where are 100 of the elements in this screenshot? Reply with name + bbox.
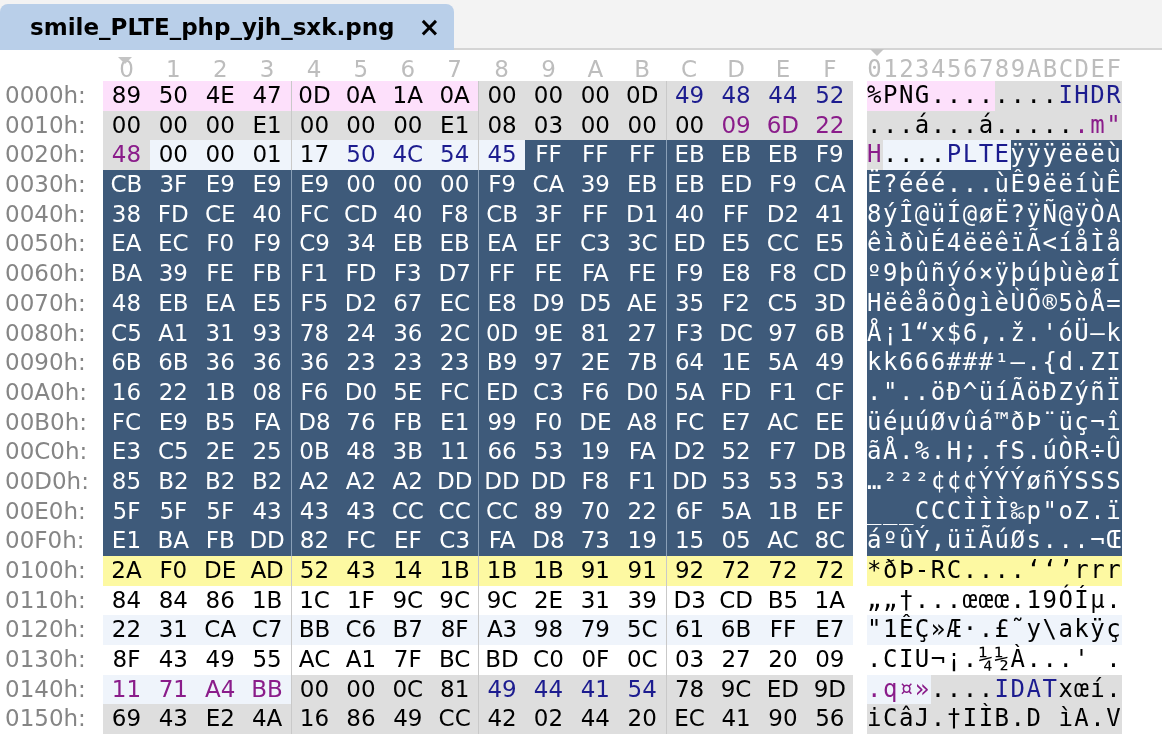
row-offset: 0000h:: [4, 81, 87, 110]
hex-byte: BA: [149, 526, 197, 556]
row-offset: 0090h:: [4, 348, 87, 378]
hex-byte: 7B: [618, 348, 666, 378]
hex-byte: E1: [103, 526, 150, 556]
hex-byte: 36: [196, 348, 244, 378]
column-header: 8: [494, 58, 509, 81]
hex-byte: E1: [431, 110, 479, 141]
hex-byte: 61: [665, 615, 713, 646]
hex-byte: 23: [337, 348, 385, 378]
hex-byte: FE: [525, 259, 572, 289]
row-offset: 0130h:: [4, 645, 87, 675]
hex-byte: 14: [384, 556, 432, 586]
column-header: 4: [306, 58, 322, 81]
hex-byte: 41: [806, 199, 854, 230]
row-offset: 0100h:: [4, 556, 87, 585]
hex-byte: B7: [384, 615, 432, 646]
hex-byte: 8C: [806, 526, 854, 556]
hex-byte: EC: [431, 288, 479, 319]
column-header: 1: [166, 58, 181, 81]
hex-byte: BB: [290, 615, 338, 646]
hex-byte: A2: [337, 466, 385, 497]
hex-byte: E9: [243, 170, 291, 200]
hex-byte: 49: [384, 704, 432, 735]
hex-byte: ED: [759, 674, 807, 705]
hex-byte: 11: [431, 437, 479, 467]
hex-byte: D2: [759, 199, 807, 230]
ascii-text: …²²²¢¢¢ÝÝÝøñÝSSS: [867, 466, 1123, 497]
hex-byte: 08: [478, 110, 525, 141]
tab-title: smile_PLTE_php_yjh_sxk.png: [30, 12, 395, 42]
hex-byte: CD: [337, 199, 385, 230]
hex-byte: 00: [103, 110, 150, 141]
row-offset: 0070h:: [4, 288, 87, 318]
close-button[interactable]: ×: [418, 14, 441, 40]
hex-byte: 69: [103, 704, 150, 735]
hex-byte: 3D: [806, 288, 854, 319]
row-offset: 0030h:: [4, 170, 87, 200]
hex-byte: D0: [337, 377, 385, 408]
hex-byte: E9: [196, 170, 244, 200]
hex-byte: 2E: [571, 348, 619, 378]
hex-byte: 17: [290, 140, 338, 171]
hex-byte: EB: [618, 170, 666, 200]
hex-byte: 85: [103, 466, 150, 497]
hex-byte: 00: [384, 170, 432, 200]
ascii-text: H: [867, 140, 883, 171]
hex-byte: FB: [384, 407, 432, 438]
hex-byte: 41: [712, 704, 760, 735]
hex-byte: 05: [712, 526, 760, 556]
file-tab[interactable]: smile_PLTE_php_yjh_sxk.png ×: [0, 4, 455, 50]
ascii-text: Å¡1“x$6,.ž.'óÜ—k: [867, 318, 1123, 349]
column-header: D: [727, 58, 745, 81]
hex-byte: 00: [384, 110, 432, 141]
hex-byte: 4E: [196, 81, 244, 111]
hex-byte: 19: [571, 437, 619, 467]
ascii-text: áºûÝ‚üïÃúØs...¬Œ: [867, 526, 1123, 556]
row-offset: 00A0h:: [4, 377, 88, 407]
ascii-text: iCâJ.†IÌB.D ìA.V: [867, 704, 1123, 735]
hex-byte: 0B: [290, 437, 338, 467]
hex-byte: 6D: [759, 110, 807, 141]
hex-byte: FF: [478, 259, 525, 289]
hex-byte: C5: [103, 318, 150, 349]
hex-byte: E7: [806, 615, 854, 646]
hex-byte: CC: [384, 496, 432, 527]
hex-byte: 4A: [243, 704, 291, 735]
hex-byte: 0D: [618, 81, 666, 111]
hex-byte: 98: [525, 615, 572, 646]
hex-byte: 50: [337, 140, 385, 171]
ascii-text: ãÅ.%.H;.fS.úÒR÷Û: [867, 437, 1123, 467]
hex-byte: 1E: [712, 348, 760, 378]
hex-byte: 23: [431, 348, 479, 378]
row-offset: 00E0h:: [4, 496, 87, 526]
hex-byte: EC: [149, 229, 197, 260]
column-header: 2: [212, 58, 228, 81]
hex-byte: CF: [806, 377, 854, 408]
hex-byte: EF: [384, 526, 432, 556]
hex-byte: A3: [478, 615, 525, 646]
hex-byte: 53: [525, 437, 572, 467]
hex-byte: F1: [290, 259, 338, 289]
hex-byte: 44: [759, 81, 807, 111]
row-offset: 0040h:: [4, 199, 87, 229]
hex-byte: 6B: [712, 615, 760, 646]
column-header: C: [681, 58, 698, 81]
hex-byte: 72: [712, 556, 760, 586]
hex-byte: 44: [525, 674, 572, 705]
hex-byte: 00: [431, 170, 479, 200]
hex-byte: EB: [712, 140, 760, 171]
hex-byte: FF: [618, 140, 666, 171]
row-offset: 0080h:: [4, 318, 87, 348]
row-offset: 00B0h:: [4, 407, 88, 437]
hex-byte: 6B: [103, 348, 150, 378]
hex-byte: 0D: [478, 318, 525, 349]
hex-byte: F7: [759, 437, 807, 467]
hex-byte: C9: [290, 229, 338, 260]
hex-byte: 39: [149, 259, 197, 289]
hex-byte: 91: [571, 556, 619, 586]
hex-byte: F0: [525, 407, 572, 438]
hex-byte: 00: [337, 170, 385, 200]
hex-byte: 8F: [431, 615, 479, 646]
hex-byte: FC: [337, 526, 385, 556]
hex-byte: DD: [431, 466, 479, 497]
